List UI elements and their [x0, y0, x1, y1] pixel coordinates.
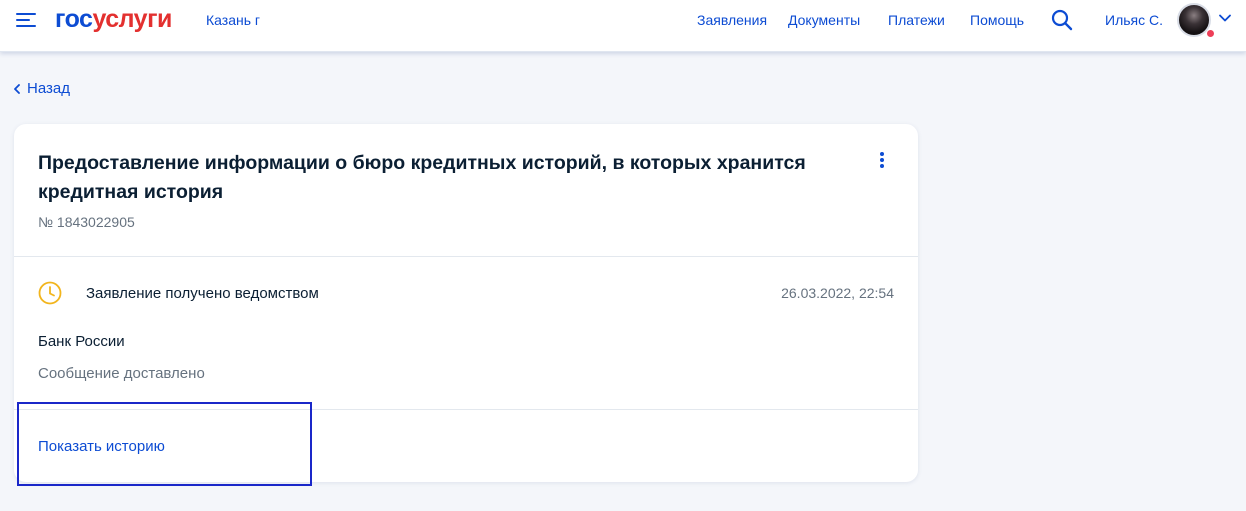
application-number: № 1843022905 — [38, 214, 135, 230]
top-header: госуслуги Казань г Заявления Документы П… — [0, 0, 1246, 52]
nav-payments[interactable]: Платежи — [888, 12, 945, 28]
chevron-left-icon — [14, 83, 20, 94]
user-name[interactable]: Ильяс С. — [1105, 12, 1163, 28]
search-icon[interactable] — [1050, 8, 1074, 32]
back-link[interactable]: Назад — [13, 80, 70, 97]
application-title: Предоставление информации о бюро кредитн… — [38, 152, 806, 203]
nav-applications[interactable]: Заявления — [697, 12, 767, 28]
nav-documents[interactable]: Документы — [788, 12, 860, 28]
status-date: 26.03.2022, 22:54 — [781, 285, 894, 301]
chevron-down-icon[interactable] — [1219, 14, 1231, 22]
more-vertical-icon[interactable] — [878, 152, 886, 170]
organization-name: Банк России — [38, 333, 125, 350]
notification-dot-icon — [1206, 29, 1215, 38]
back-label: Назад — [27, 80, 70, 97]
nav-help[interactable]: Помощь — [970, 12, 1024, 28]
message-status: Сообщение доставлено — [38, 365, 205, 382]
clock-icon — [38, 281, 62, 305]
city-selector[interactable]: Казань г — [206, 12, 260, 28]
highlight-box — [17, 402, 312, 486]
divider — [14, 256, 918, 257]
status-text: Заявление получено ведомством — [86, 285, 319, 302]
gosuslugi-logo[interactable]: госуслуги — [55, 5, 172, 33]
burger-menu-icon[interactable] — [16, 12, 36, 28]
